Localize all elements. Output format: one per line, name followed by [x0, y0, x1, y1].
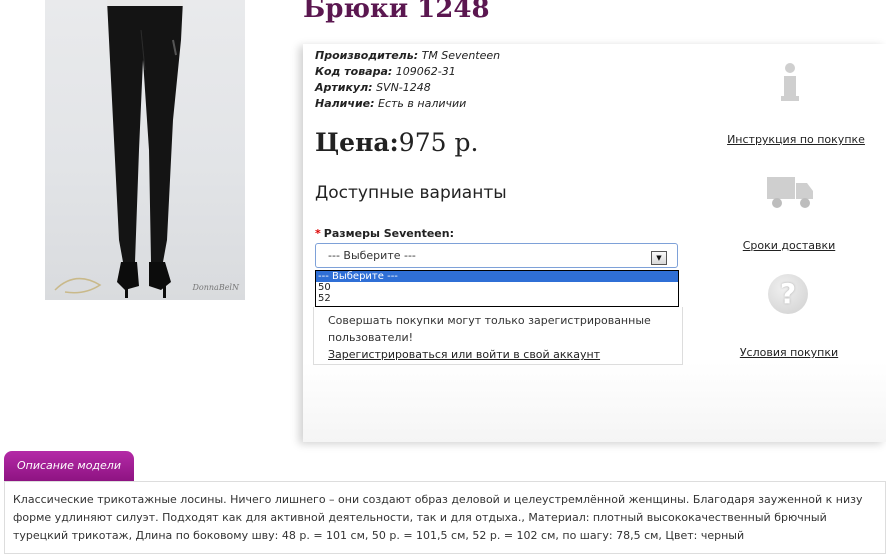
instruction-link[interactable]: Инструкция по покупке [727, 133, 865, 146]
product-info-panel: Производитель: TM Seventeen Код товара: … [303, 44, 886, 442]
tab-description[interactable]: Описание модели [4, 451, 134, 481]
product-attributes: Производитель: TM Seventeen Код товара: … [315, 48, 500, 112]
price-label: Цена: [315, 128, 399, 157]
product-code-row: Код товара: 109062-31 [315, 65, 456, 78]
description-text: Классические трикотажные лосины. Ничего … [4, 481, 886, 554]
product-title: Брюки 1248 [303, 0, 490, 24]
photo-signature: DonnaBelN [192, 283, 239, 292]
terms-link[interactable]: Условия покупки [740, 346, 838, 359]
size-dropdown[interactable]: --- Выберите --- 50 52 [315, 270, 679, 307]
dropdown-option[interactable]: --- Выберите --- [316, 271, 678, 282]
delivery-link-wrap: Сроки доставки [721, 239, 857, 252]
required-mark: * [315, 227, 321, 240]
product-photo[interactable]: DonnaBelN [45, 0, 245, 300]
availability-row: Наличие: Есть в наличии [315, 97, 467, 110]
delivery-link[interactable]: Сроки доставки [743, 239, 836, 252]
size-select[interactable]: --- Выберите --- ▼ [315, 243, 678, 268]
price-value: 975 р. [398, 128, 479, 157]
truck-icon[interactable] [765, 171, 815, 211]
instruction-link-wrap: Инструкция по покупке [721, 133, 871, 146]
article-row: Артикул: SVN-1248 [315, 81, 431, 94]
manufacturer-row: Производитель: TM Seventeen [315, 49, 501, 62]
size-label: * Размеры Seventeen: [315, 227, 454, 240]
registration-notice: Совершать покупки могут только зарегистр… [313, 307, 683, 365]
size-select-value: --- Выберите --- [328, 249, 416, 262]
notice-text: Совершать покупки могут только зарегистр… [328, 314, 651, 344]
terms-link-wrap: Условия покупки [721, 346, 857, 359]
dropdown-option[interactable]: 52 [316, 293, 678, 304]
info-icon[interactable] [779, 63, 801, 103]
question-icon[interactable]: ? [768, 274, 808, 314]
register-login-link[interactable]: Зарегистрироваться или войти в свой акка… [328, 348, 600, 361]
trousers-image [54, 0, 183, 298]
price: Цена:975 р. [315, 128, 478, 157]
variants-heading: Доступные варианты [315, 183, 507, 203]
chevron-down-icon[interactable]: ▼ [651, 251, 667, 265]
dropdown-option[interactable]: 50 [316, 282, 678, 293]
